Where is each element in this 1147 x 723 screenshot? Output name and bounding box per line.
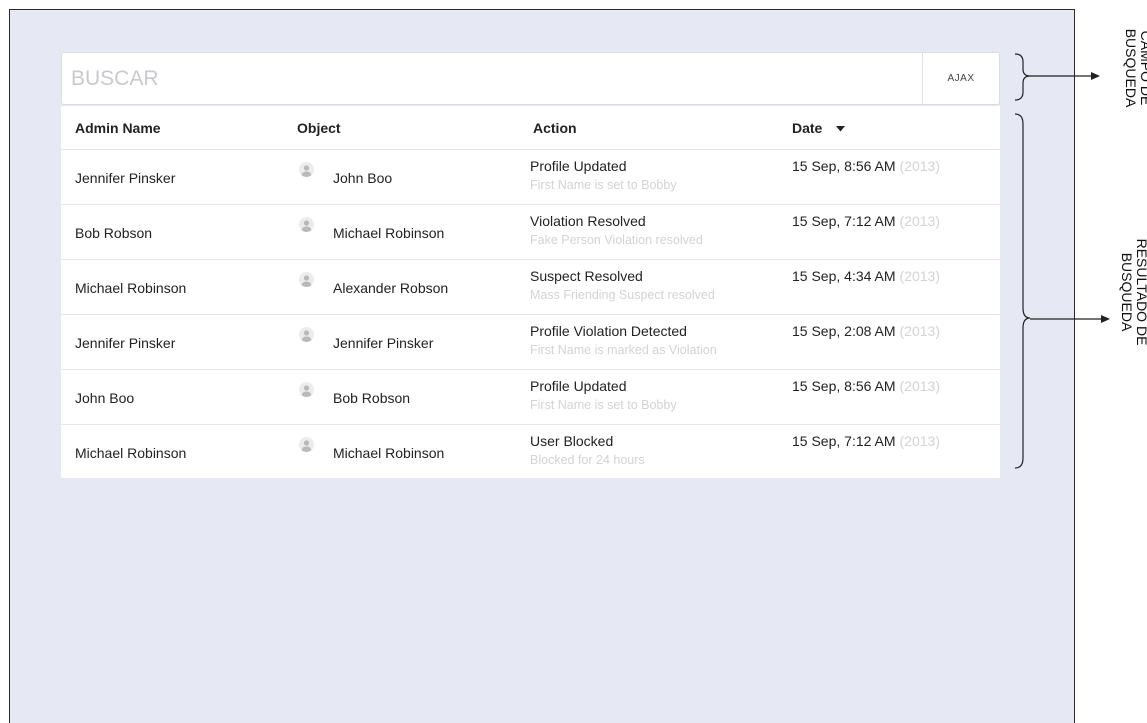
table-row[interactable]: John Boo Bob Robson Profile Updated Firs… [61,370,1000,425]
table-header: Admin Name Object Action Date [61,106,1000,150]
date-year: (2013) [899,213,940,229]
object-name[interactable]: Alexander Robson [333,280,448,296]
annotation-line: RESULTADO DE [1134,238,1147,346]
user-avatar-icon [299,327,314,342]
action-detail: First Name is set to Bobby [530,398,677,412]
annotation-line: BUSQUEDA [1123,28,1139,108]
date-cell: 15 Sep, 2:08 AM (2013) [792,323,940,339]
date-value: 15 Sep, 4:34 AM [792,268,896,284]
date-cell: 15 Sep, 7:12 AM (2013) [792,213,940,229]
header-object[interactable]: Object [297,120,341,136]
search-results-bracket [1014,113,1031,469]
admin-name: Jennifer Pinsker [75,335,176,351]
object-name[interactable]: Jennifer Pinsker [333,335,433,351]
action-detail: Mass Friending Suspect resolved [530,288,715,302]
date-cell: 15 Sep, 4:34 AM (2013) [792,268,940,284]
action-title: User Blocked [530,433,614,449]
header-action[interactable]: Action [533,120,577,136]
action-title: Violation Resolved [530,213,646,229]
date-value: 15 Sep, 8:56 AM [792,378,896,394]
ajax-search-button[interactable]: AJAX [922,53,999,104]
table-row[interactable]: Michael Robinson Michael Robinson User B… [61,425,1000,480]
admin-name: Bob Robson [75,225,153,241]
header-date-label: Date [792,120,823,136]
object-name[interactable]: Michael Robinson [333,225,444,241]
date-year: (2013) [899,433,940,449]
admin-name: Michael Robinson [75,280,187,296]
user-avatar-icon [299,217,314,232]
admin-name: John Boo [75,390,135,406]
caret-down-icon[interactable] [836,126,846,132]
date-year: (2013) [899,268,940,284]
date-value: 15 Sep, 7:12 AM [792,433,896,449]
action-title: Suspect Resolved [530,268,643,284]
action-title: Profile Updated [530,378,627,394]
header-date[interactable]: Date [792,120,846,136]
results-table: Admin Name Object Action Date Jennifer P… [61,106,1000,478]
date-value: 15 Sep, 8:56 AM [792,158,896,174]
date-value: 15 Sep, 7:12 AM [792,213,896,229]
action-detail: First Name is set to Bobby [530,178,677,192]
user-avatar-icon [299,272,314,287]
search-bar: AJAX [61,52,1000,105]
user-avatar-icon [299,382,314,397]
action-title: Profile Violation Detected [530,323,687,339]
table-row[interactable]: Bob Robson Michael Robinson Violation Re… [61,205,1000,260]
annotation-line: CAMPO DE [1138,30,1147,106]
header-admin-name[interactable]: Admin Name [75,120,161,136]
table-row[interactable]: Jennifer Pinsker Jennifer Pinsker Profil… [61,315,1000,370]
action-detail: Fake Person Violation resolved [530,233,703,247]
search-input[interactable] [62,53,924,104]
search-results-annotation: RESULTADO DE BUSQUEDA [1119,219,1147,365]
table-row[interactable]: Michael Robinson Alexander Robson Suspec… [61,260,1000,315]
action-title: Profile Updated [530,158,627,174]
user-avatar-icon [299,437,314,452]
object-name[interactable]: Michael Robinson [333,445,444,461]
search-field-annotation: CAMPO DE BUSQUEDA [1123,13,1147,123]
object-name[interactable]: John Boo [333,170,392,186]
admin-name: Michael Robinson [75,445,187,461]
arrow-right-icon [1030,315,1110,323]
date-year: (2013) [899,323,940,339]
action-detail: First Name is marked as Violation [530,343,717,357]
date-year: (2013) [899,158,940,174]
date-year: (2013) [899,378,940,394]
object-name[interactable]: Bob Robson [333,390,410,406]
user-avatar-icon [299,162,314,177]
table-row[interactable]: Jennifer Pinsker John Boo Profile Update… [61,150,1000,205]
date-cell: 15 Sep, 8:56 AM (2013) [792,158,940,174]
action-detail: Blocked for 24 hours [530,453,645,467]
date-cell: 15 Sep, 7:12 AM (2013) [792,433,940,449]
date-cell: 15 Sep, 8:56 AM (2013) [792,378,940,394]
admin-name: Jennifer Pinsker [75,170,176,186]
date-value: 15 Sep, 2:08 AM [792,323,896,339]
arrow-right-icon [1030,72,1100,80]
annotation-line: BUSQUEDA [1119,252,1135,332]
